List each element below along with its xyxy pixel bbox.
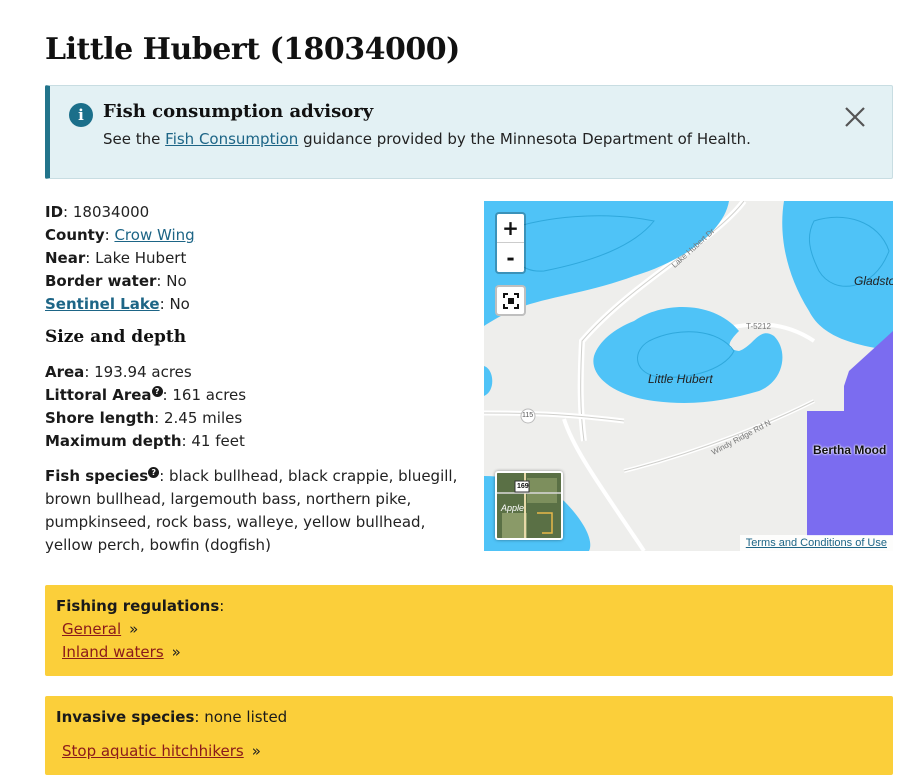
sentinel-lake-link[interactable]: Sentinel Lake xyxy=(45,295,160,313)
minimap-label: Apple xyxy=(501,503,525,513)
size-depth-heading: Size and depth xyxy=(45,327,187,347)
invasive-link-row: Stop aquatic hitchhikers » xyxy=(56,740,882,763)
fish-consumption-advisory: i Fish consumption advisory See the Fish… xyxy=(45,85,893,179)
fullscreen-icon xyxy=(502,292,519,309)
sentinel-lake-row: Sentinel Lake: No xyxy=(45,295,190,313)
lake-map[interactable]: Little Hubert Lake Hubert Dr T-5212 Wind… xyxy=(484,201,893,551)
zoom-out-button[interactable]: - xyxy=(497,243,524,272)
littoral-area-row: Littoral Area?: 161 acres xyxy=(45,386,247,404)
invasive-species-box: Invasive species: none listed Stop aquat… xyxy=(45,696,893,775)
map-label-highway: 115 xyxy=(522,412,534,419)
page-title: Little Hubert (18034000) xyxy=(45,32,460,67)
raquo-glyph: » xyxy=(171,643,181,661)
minimap-highway: 169 xyxy=(517,483,529,490)
shore-length-value: 2.45 miles xyxy=(164,409,243,427)
map-terms-link[interactable]: Terms and Conditions of Use xyxy=(739,535,893,551)
minimap[interactable]: 169 Apple xyxy=(495,471,563,540)
near-value: Lake Hubert xyxy=(95,249,187,267)
fishing-regulations-box: Fishing regulations: General » Inland wat… xyxy=(45,585,893,676)
fishing-regulations-heading: Fishing regulations: xyxy=(56,597,225,615)
map-label-road: T-5212 xyxy=(746,322,771,331)
border-water-value: No xyxy=(166,272,187,290)
raquo-glyph: » xyxy=(251,742,261,760)
regulation-link-row: Inland waters » xyxy=(56,641,882,664)
help-icon[interactable]: ? xyxy=(151,386,163,397)
shore-length-row: Shore length: 2.45 miles xyxy=(45,409,243,427)
map-label-lake: Little Hubert xyxy=(648,372,713,386)
max-depth-row: Maximum depth: 41 feet xyxy=(45,432,245,450)
area-value: 193.94 acres xyxy=(94,363,192,381)
help-icon[interactable]: ? xyxy=(148,467,160,478)
zoom-in-button[interactable]: + xyxy=(497,214,524,243)
area-row: Area: 193.94 acres xyxy=(45,363,192,381)
border-water-row: Border water: No xyxy=(45,272,187,290)
advisory-title: Fish consumption advisory xyxy=(103,101,374,122)
raquo-glyph: » xyxy=(129,620,139,638)
info-icon: i xyxy=(69,103,93,127)
fish-consumption-link[interactable]: Fish Consumption xyxy=(165,130,298,148)
advisory-body: See the Fish Consumption guidance provid… xyxy=(103,130,751,148)
county-link[interactable]: Crow Wing xyxy=(114,226,194,244)
advisory-body-suffix: guidance provided by the Minnesota Depar… xyxy=(303,130,751,148)
stop-aquatic-hitchhikers-link[interactable]: Stop aquatic hitchhikers xyxy=(62,742,244,760)
near-row: Near: Lake Hubert xyxy=(45,249,187,267)
id-value: 18034000 xyxy=(72,203,150,221)
fullscreen-button[interactable] xyxy=(495,285,526,316)
sentinel-lake-value: No xyxy=(169,295,190,313)
littoral-area-value: 161 acres xyxy=(172,386,247,404)
max-depth-value: 41 feet xyxy=(191,432,245,450)
lake-facts: ID: 18034000 County: Crow Wing Near: Lak… xyxy=(45,201,465,557)
close-advisory-button[interactable] xyxy=(840,102,870,132)
county-row: County: Crow Wing xyxy=(45,226,195,244)
invasive-species-row: Invasive species: none listed xyxy=(56,708,288,726)
regulations-general-link[interactable]: General xyxy=(62,620,121,638)
regulations-inland-waters-link[interactable]: Inland waters xyxy=(62,643,164,661)
invasive-species-value: none listed xyxy=(204,708,288,726)
advisory-body-prefix: See the xyxy=(103,130,161,148)
map-label-place: Bertha Mood xyxy=(813,443,887,457)
fish-species-row: Fish species?: black bullhead, black cra… xyxy=(45,467,458,554)
id-row: ID: 18034000 xyxy=(45,203,150,221)
zoom-control: + - xyxy=(495,212,526,274)
map-label-place: Gladsto xyxy=(854,274,893,288)
regulation-link-row: General » xyxy=(56,618,882,641)
close-icon xyxy=(845,107,865,127)
